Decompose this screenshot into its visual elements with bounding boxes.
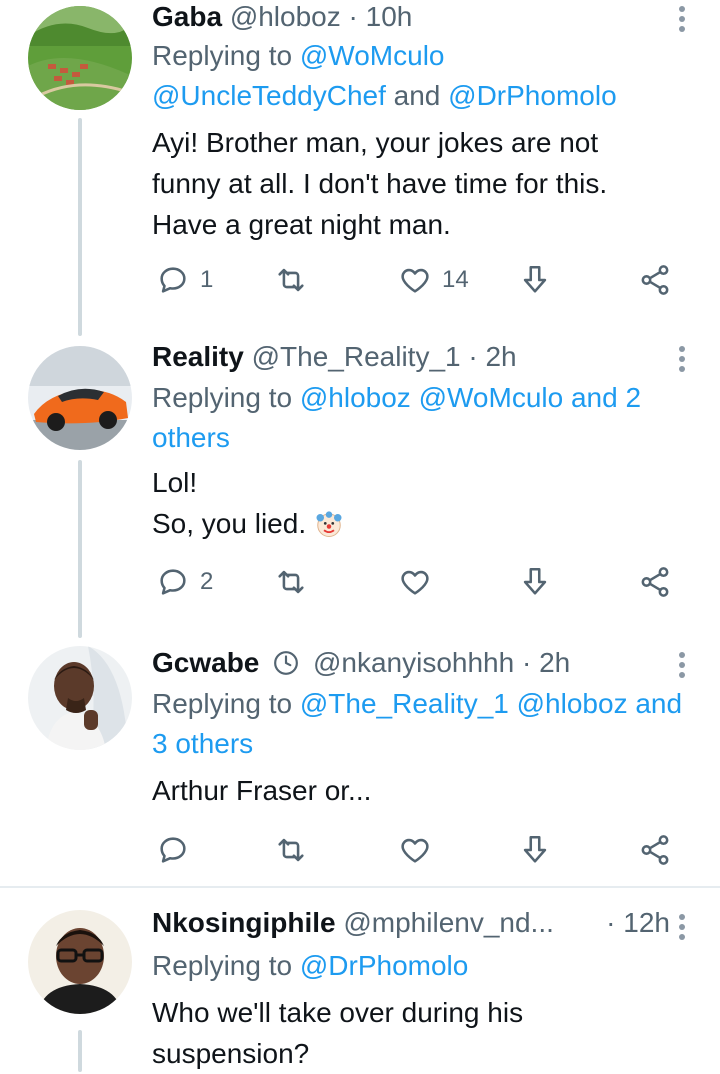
retweet-icon (278, 570, 304, 594)
replying-to-label: Replying to (152, 688, 293, 719)
tweet-text-line: Who we'll take over during his (152, 997, 524, 1028)
share-icon (641, 567, 669, 597)
and-label: and (393, 80, 441, 111)
handle[interactable]: @The_Reality_1 (252, 341, 461, 372)
avatar[interactable] (28, 6, 132, 110)
replying-to-label: Replying to (152, 950, 293, 981)
replying-to: Replying to @WoMculo @UncleTeddyChef and… (152, 36, 700, 116)
share-icon (641, 265, 669, 295)
like-count: 14 (442, 266, 469, 293)
clock-icon (274, 651, 299, 675)
like-button[interactable]: 14 (398, 260, 469, 300)
tweet-text: Who we'll take over during his suspensio… (152, 992, 690, 1074)
tweet-text-line: Lol! (152, 467, 198, 498)
retweet-button[interactable] (274, 830, 308, 870)
heart-icon (401, 268, 429, 293)
tweet-text-line: Have a great night man. (152, 209, 451, 240)
bookmark-download-button[interactable] (518, 260, 552, 300)
timestamp[interactable]: · 10h (349, 1, 413, 32)
mention-link[interactable]: @UncleTeddyChef (152, 80, 386, 111)
mention-link[interactable]: @WoMculo (300, 40, 445, 71)
mention-link[interactable]: others (152, 422, 230, 453)
more-options-icon[interactable] (674, 342, 690, 376)
tweet-gcwabe[interactable]: Gcwabe @nkanyisohhhh · 2h Replying to @T… (0, 646, 720, 886)
display-name[interactable]: Gaba (152, 1, 222, 32)
reply-button[interactable]: 1 (156, 260, 213, 300)
like-button[interactable] (398, 830, 432, 870)
tweet-reality[interactable]: Reality @The_Reality_1 · 2h Replying to … (0, 340, 720, 640)
tweet-text: Lol! So, you lied. (152, 462, 690, 544)
replying-to-label: Replying to (152, 40, 293, 71)
timestamp[interactable]: · 2h (522, 647, 570, 678)
timestamp[interactable]: · 2h (468, 341, 516, 372)
tweet-text: Arthur Fraser or... (152, 770, 690, 811)
tweet-nkosingiphile[interactable]: Nkosingiphile @mphilenv_nd... · 12h Repl… (0, 906, 720, 1072)
reply-icon (160, 267, 186, 293)
display-name[interactable]: Reality (152, 341, 244, 372)
timestamp[interactable]: · 12h (606, 906, 670, 940)
tweet-text-line: Arthur Fraser or... (152, 775, 372, 806)
tweet-header: Reality @The_Reality_1 · 2h (152, 340, 680, 374)
more-options-icon[interactable] (674, 648, 690, 682)
action-bar: 2 (152, 562, 692, 602)
retweet-icon (278, 838, 304, 862)
share-button[interactable] (638, 260, 672, 300)
replying-to: Replying to @hloboz @WoMculo and 2 other… (152, 378, 700, 458)
display-name[interactable]: Gcwabe (152, 647, 259, 678)
mention-link[interactable]: @DrPhomolo (448, 80, 616, 111)
like-button[interactable] (398, 562, 432, 602)
tweet-divider (0, 886, 720, 888)
replying-to: Replying to @DrPhomolo (152, 946, 700, 986)
avatar[interactable] (28, 346, 132, 450)
replying-to-label: Replying to (152, 382, 293, 413)
download-icon (523, 567, 547, 595)
download-icon (523, 835, 547, 863)
tweet-header: Gcwabe @nkanyisohhhh · 2h (152, 646, 680, 680)
heart-icon (401, 570, 429, 595)
download-icon (523, 265, 547, 293)
action-bar (152, 830, 692, 870)
handle[interactable]: @hloboz (230, 1, 341, 32)
bookmark-download-button[interactable] (518, 562, 552, 602)
heart-icon (401, 838, 429, 863)
tweet-text-line: funny at all. I don't have time for this… (152, 168, 608, 199)
share-button[interactable] (638, 562, 672, 602)
more-options-icon[interactable] (674, 910, 690, 944)
mention-link[interactable]: @DrPhomolo (300, 950, 468, 981)
mention-link[interactable]: 3 others (152, 728, 253, 759)
handle[interactable]: @nkanyisohhhh (313, 647, 514, 678)
share-icon (641, 835, 669, 865)
mention-link[interactable]: @hloboz @WoMculo and 2 (300, 382, 641, 413)
clown-face-icon (316, 511, 342, 537)
replying-to: Replying to @The_Reality_1 @hloboz and 3… (152, 684, 700, 764)
share-button[interactable] (638, 830, 672, 870)
bookmark-download-button[interactable] (518, 830, 552, 870)
reply-icon (160, 569, 186, 595)
action-bar: 1 14 (152, 260, 692, 300)
tweet-text: Ayi! Brother man, your jokes are not fun… (152, 122, 690, 245)
mention-link[interactable]: @The_Reality_1 @hloboz and (300, 688, 682, 719)
tweet-text-line: suspension? (152, 1038, 310, 1069)
avatar[interactable] (28, 646, 132, 750)
reply-icon (160, 837, 186, 863)
reply-button[interactable] (156, 830, 190, 870)
display-name[interactable]: Nkosingiphile (152, 907, 336, 938)
reply-count: 2 (200, 568, 214, 595)
retweet-icon (278, 268, 304, 292)
tweet-header: Gaba @hloboz · 10h (152, 0, 680, 34)
tweet-text-line: So, you lied. (152, 508, 307, 539)
reply-button[interactable]: 2 (156, 562, 213, 602)
tweet-text-line: Ayi! Brother man, your jokes are not (152, 127, 599, 158)
retweet-button[interactable] (274, 562, 308, 602)
retweet-button[interactable] (274, 260, 308, 300)
handle[interactable]: @mphilenv_nd... (343, 907, 554, 938)
reply-count: 1 (200, 266, 214, 293)
avatar[interactable] (28, 910, 132, 1014)
more-options-icon[interactable] (674, 2, 690, 36)
tweet-header: Nkosingiphile @mphilenv_nd... · 12h (152, 906, 680, 940)
tweet-gaba[interactable]: Gaba @hloboz · 10h Replying to @WoMculo … (0, 0, 720, 340)
